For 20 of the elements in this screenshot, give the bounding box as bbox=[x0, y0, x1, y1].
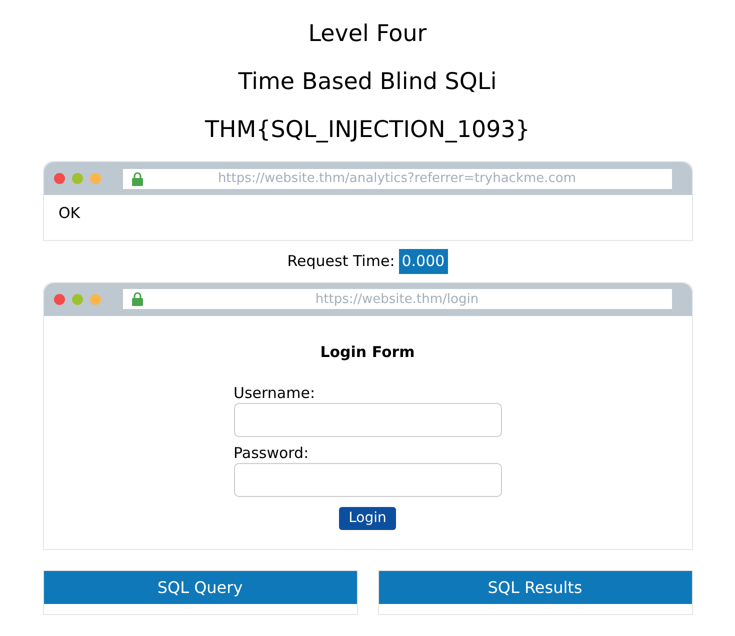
field-label: Username: bbox=[234, 383, 316, 403]
page-heading: THM{SQL_INJECTION_1093} bbox=[204, 116, 530, 145]
url-text: https://website.thm/analytics?referrer=tryhackme.com bbox=[216, 172, 578, 185]
input-field[interactable] bbox=[234, 463, 502, 497]
panel-header: SQL Query bbox=[44, 571, 356, 604]
page-heading: Level Four bbox=[308, 20, 427, 49]
response-text: OK bbox=[58, 204, 80, 222]
lock-icon bbox=[130, 292, 144, 306]
address-bar[interactable]: https://website.thm/analytics?referrer=tryhackme.com bbox=[122, 168, 672, 188]
field-label: Password: bbox=[234, 443, 310, 463]
request-time-value: 0.000 bbox=[398, 249, 448, 274]
page-heading: Time Based Blind SQLi bbox=[238, 68, 497, 97]
input-field[interactable] bbox=[234, 403, 502, 437]
login-button[interactable]: Login bbox=[338, 507, 396, 530]
url-text: https://website.thm/login bbox=[314, 292, 480, 306]
address-bar[interactable]: https://website.thm/login bbox=[122, 289, 672, 309]
lock-icon bbox=[130, 172, 144, 186]
request-time-label: Request Time: bbox=[287, 251, 395, 272]
panel-header: SQL Results bbox=[378, 571, 692, 604]
form-title: Login Form bbox=[320, 342, 415, 362]
